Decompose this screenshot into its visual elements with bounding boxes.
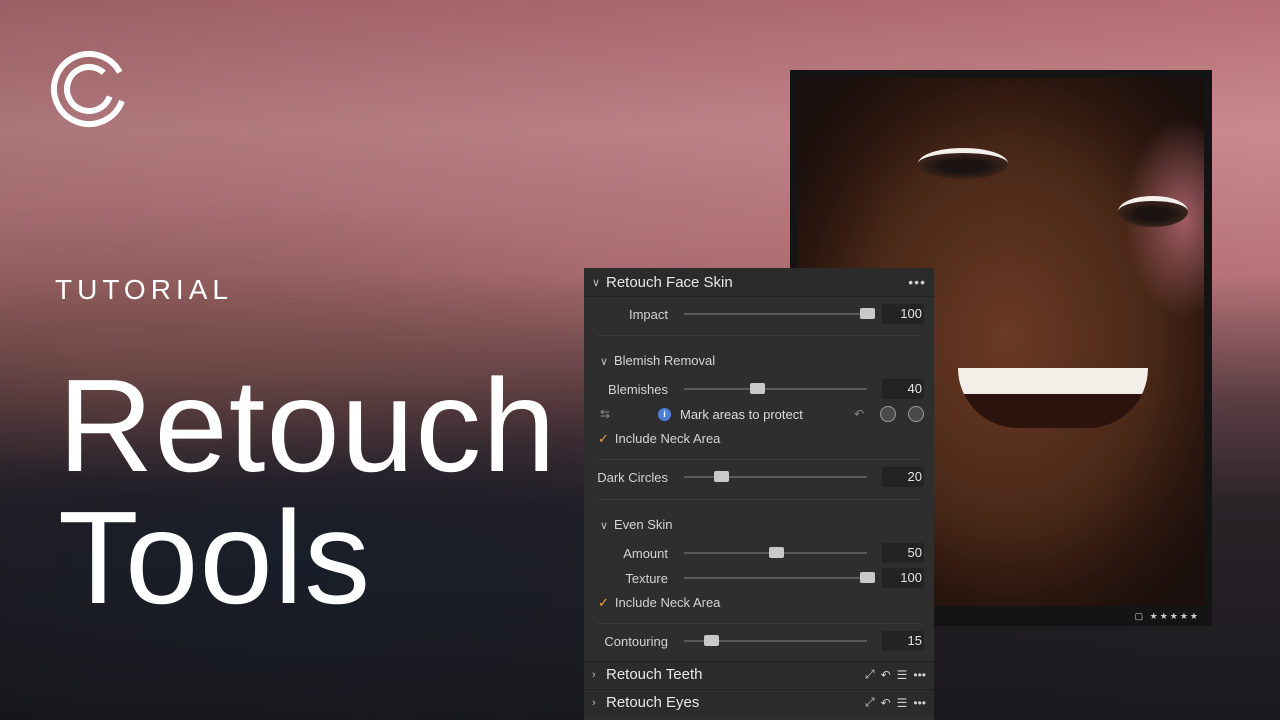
texture-value[interactable]: 100 — [882, 568, 924, 588]
checkmark-icon: ✓ — [598, 595, 609, 610]
blemishes-slider-row: Blemishes 40 — [584, 377, 934, 401]
menu-icon[interactable]: ☰ — [897, 668, 908, 682]
reset-icon[interactable]: ↶ — [881, 668, 891, 682]
mark-areas-row: ⇆ i Mark areas to protect ↶ — [584, 403, 934, 427]
eye-left — [918, 148, 1008, 179]
texture-slider[interactable] — [684, 572, 875, 583]
slider-handle[interactable] — [704, 635, 720, 646]
expand-icon[interactable]: ⤢ — [865, 667, 875, 682]
blemishes-slider[interactable] — [684, 383, 867, 394]
info-icon: i — [658, 408, 671, 421]
impact-slider-row: Impact 100 — [584, 302, 934, 326]
dark-circles-value[interactable]: 20 — [882, 467, 924, 487]
divider — [598, 623, 920, 624]
dark-circles-slider-row: Dark Circles 20 — [584, 465, 934, 489]
title-line-2: Tools — [58, 484, 372, 631]
more-options-icon[interactable]: ••• — [908, 274, 926, 290]
chevron-down-icon[interactable]: ∨ — [600, 519, 614, 532]
even-skin-title: ∨ Even Skin — [600, 517, 673, 532]
impact-value[interactable]: 100 — [882, 304, 924, 324]
slider-handle[interactable] — [860, 308, 875, 319]
menu-icon[interactable]: ☰ — [897, 696, 908, 710]
dark-circles-slider[interactable] — [684, 471, 867, 482]
more-options-icon[interactable]: ••• — [913, 696, 926, 710]
blemishes-label: Blemishes — [608, 381, 668, 397]
brush-erase-icon[interactable] — [908, 406, 924, 422]
expand-icon[interactable]: ⤢ — [865, 695, 875, 710]
tool-actions: ⤢ ↶ ☰ ••• — [865, 667, 926, 682]
impact-label: Impact — [628, 306, 668, 322]
blemishes-value[interactable]: 40 — [882, 379, 924, 399]
texture-slider-row: Texture 100 — [584, 566, 934, 590]
contouring-label: Contouring — [604, 633, 668, 649]
contouring-slider-row: Contouring 15 — [584, 629, 934, 653]
slider-handle[interactable] — [713, 471, 729, 482]
contouring-slider[interactable] — [684, 635, 867, 646]
page-title: Retouch Tools — [58, 360, 557, 624]
include-neck-label: Include Neck Area — [614, 431, 721, 446]
tool-retouch-eyes[interactable]: › Retouch Eyes ⤢ ↶ ☰ ••• — [584, 689, 934, 715]
chevron-down-icon[interactable]: ∨ — [600, 355, 614, 368]
tool-actions: ⤢ ↶ ☰ ••• — [865, 695, 926, 710]
blemish-removal-label: Blemish Removal — [614, 352, 716, 368]
title-line-1: Retouch — [58, 352, 557, 499]
more-options-icon[interactable]: ••• — [913, 668, 926, 682]
chevron-down-icon[interactable]: ∨ — [592, 276, 606, 289]
divider — [598, 499, 920, 500]
retouch-eyes-label: Retouch Eyes — [606, 694, 700, 711]
brush-add-icon[interactable] — [880, 406, 896, 422]
brand-logo-icon — [51, 51, 127, 127]
include-neck-checkbox[interactable]: ✓ Include Neck Area — [598, 431, 720, 447]
divider — [598, 459, 920, 460]
mark-areas-label: Mark areas to protect — [680, 407, 803, 422]
slider-handle[interactable] — [860, 572, 875, 583]
texture-label: Texture — [625, 570, 668, 586]
eye-right — [1118, 196, 1188, 227]
retouch-panel: ∨ Retouch Face Skin ••• Impact 100 ∨ Blem… — [584, 268, 934, 720]
tool-retouch-teeth[interactable]: › Retouch Teeth ⤢ ↶ ☰ ••• — [584, 661, 934, 687]
swap-icon[interactable]: ⇆ — [600, 407, 610, 421]
undo-icon[interactable]: ↶ — [854, 407, 864, 421]
blemish-removal-header[interactable]: ∨ Blemish Removal — [584, 348, 934, 372]
retouch-teeth-label: Retouch Teeth — [606, 666, 703, 683]
slider-handle[interactable] — [750, 383, 766, 394]
amount-value[interactable]: 50 — [882, 543, 924, 563]
even-skin-label: Even Skin — [614, 516, 673, 532]
smile — [958, 368, 1148, 428]
chevron-right-icon[interactable]: › — [592, 669, 606, 681]
chevron-right-icon[interactable]: › — [592, 697, 606, 709]
reset-icon[interactable]: ↶ — [881, 696, 891, 710]
include-neck-checkbox[interactable]: ✓ Include Neck Area — [598, 595, 720, 611]
amount-label: Amount — [623, 545, 668, 561]
include-neck-row-1[interactable]: ✓ Include Neck Area — [584, 427, 934, 451]
divider — [598, 335, 920, 336]
amount-slider[interactable] — [684, 547, 867, 558]
checkmark-icon: ✓ — [598, 431, 609, 446]
include-neck-row-2[interactable]: ✓ Include Neck Area — [584, 591, 934, 615]
panel-header[interactable]: ∨ Retouch Face Skin ••• — [584, 268, 934, 297]
star-rating[interactable]: ▢ ★★★★★ — [1135, 611, 1200, 622]
blemish-removal-title: ∨ Blemish Removal — [600, 353, 715, 368]
even-skin-header[interactable]: ∨ Even Skin — [584, 512, 934, 536]
include-neck-label: Include Neck Area — [614, 595, 721, 610]
contouring-value[interactable]: 15 — [882, 631, 924, 651]
dark-circles-label: Dark Circles — [597, 469, 668, 485]
amount-slider-row: Amount 50 — [584, 541, 934, 565]
tutorial-tag: TUTORIAL — [55, 274, 233, 305]
impact-slider[interactable] — [684, 308, 875, 319]
panel-title: Retouch Face Skin — [606, 273, 733, 291]
slider-handle[interactable] — [768, 547, 784, 558]
